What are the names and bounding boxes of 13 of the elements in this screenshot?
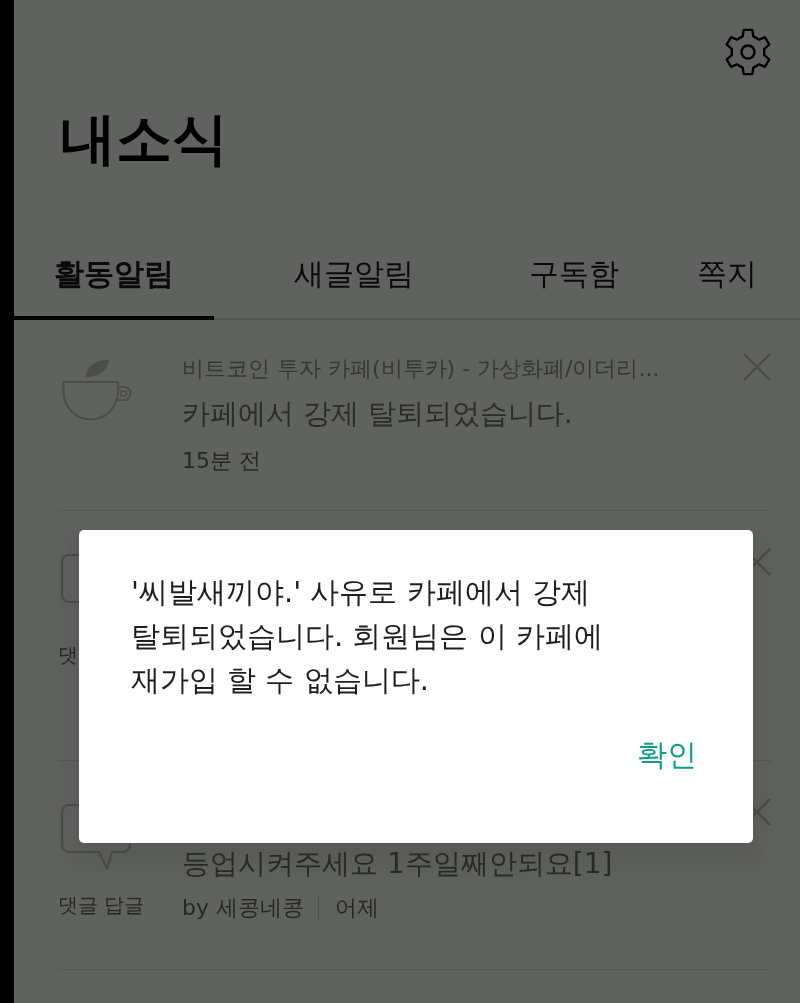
- notification-type-label: 댓: [58, 642, 78, 669]
- tab[interactable]: 쪽지: [654, 246, 800, 320]
- settings-icon[interactable]: [724, 28, 772, 76]
- notification-time: 어제: [318, 896, 379, 920]
- confirm-button[interactable]: 확인: [637, 732, 697, 778]
- tab[interactable]: 구독함: [494, 246, 654, 320]
- tab[interactable]: 새글알림: [214, 246, 494, 320]
- author-name: by 세콩네콩: [182, 894, 304, 922]
- notification-time: 15분 전: [182, 447, 261, 475]
- dialog-message: '씨발새끼야.' 사유로 카페에서 강제 탈퇴되었습니다. 회원님은 이 카페에 재가입 할 수 없습니다.: [131, 574, 604, 699]
- page-title: 내소식: [60, 105, 229, 172]
- notification-type-label: 댓글 답글: [58, 892, 145, 919]
- tab[interactable]: 활동알림: [14, 246, 214, 320]
